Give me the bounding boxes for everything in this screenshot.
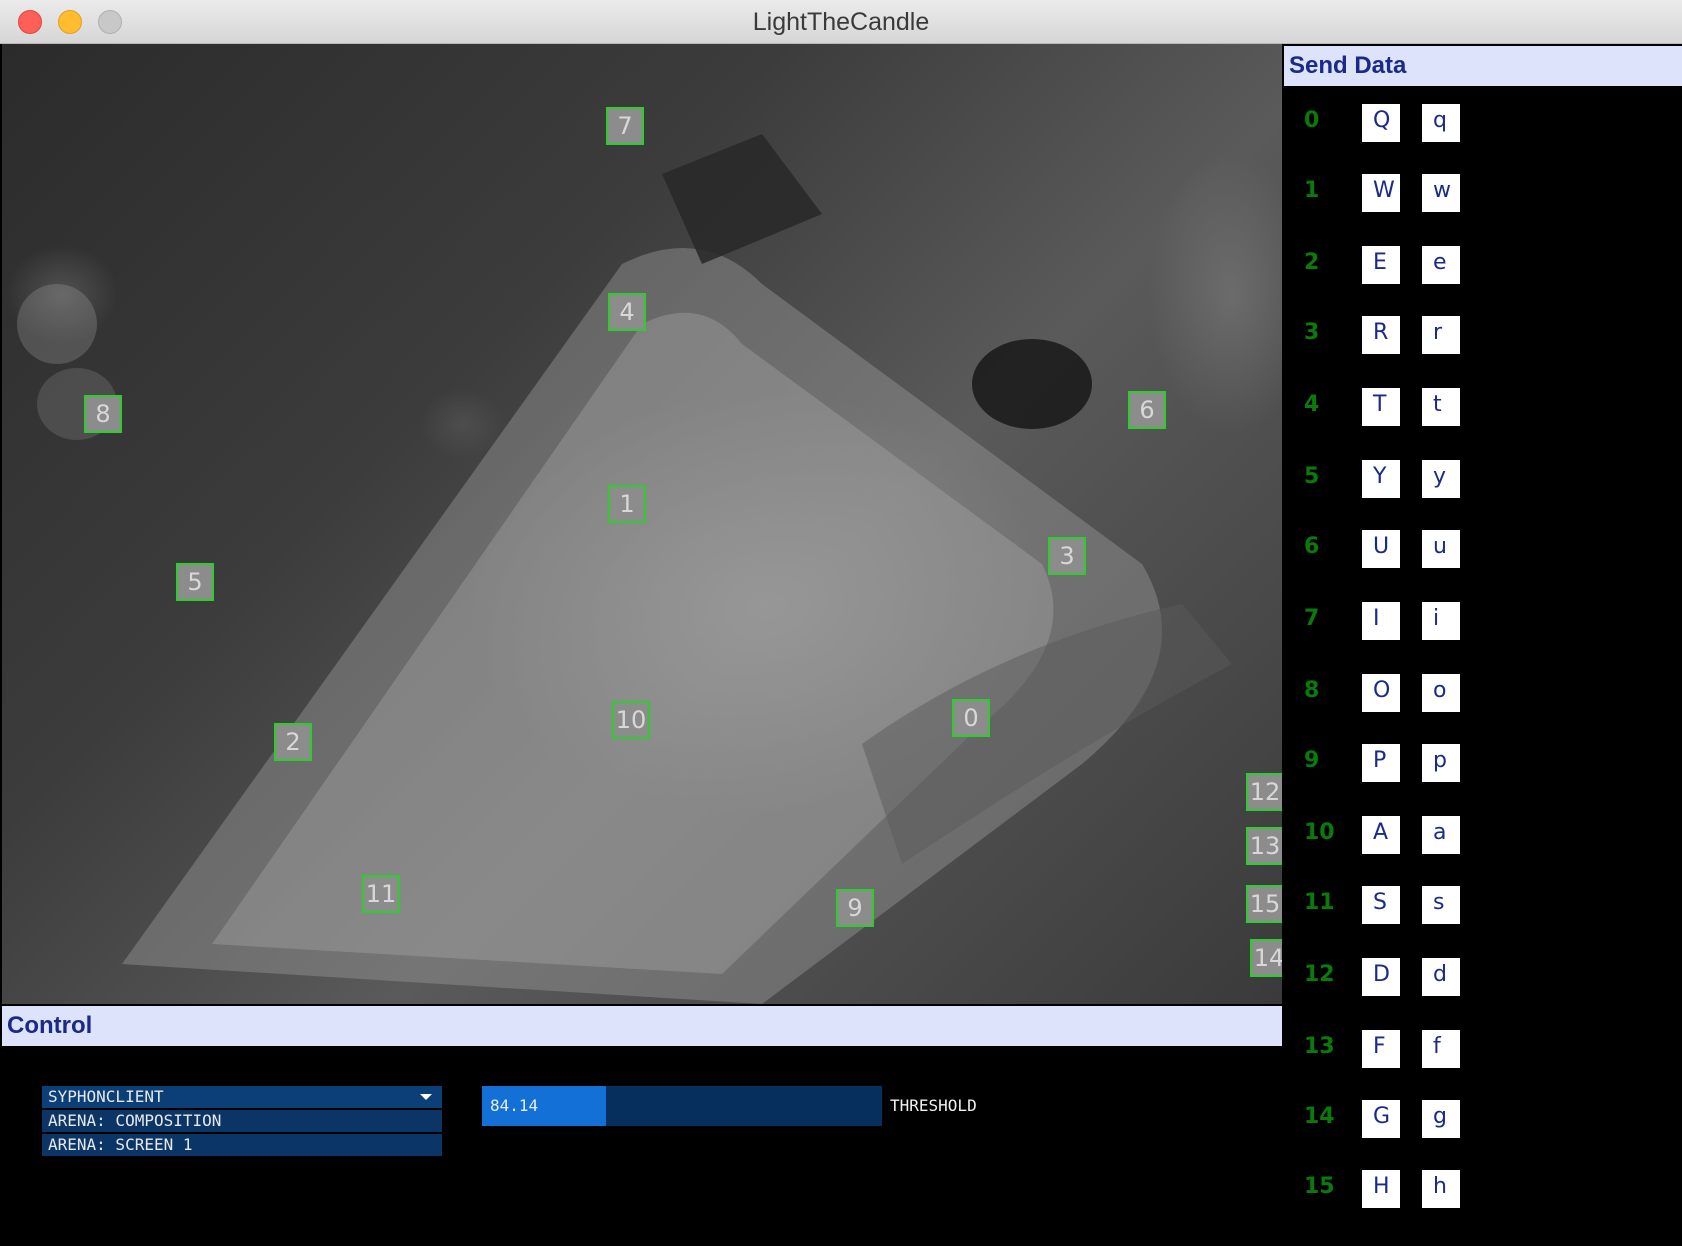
send-key-lower[interactable]: a	[1422, 816, 1460, 854]
send-data-header: Send Data	[1284, 46, 1682, 86]
video-preview: 7 4 8 6 1 3 5 10 0 2 12 13 11 9 15 14	[2, 44, 1282, 1004]
control-header: Control	[2, 1006, 1282, 1046]
send-row-index: 5	[1304, 464, 1320, 489]
app-content: 7 4 8 6 1 3 5 10 0 2 12 13 11 9 15 14 Se…	[0, 44, 1682, 1246]
send-row-index: 0	[1304, 108, 1320, 133]
send-row-index: 10	[1304, 820, 1335, 845]
send-key-lower[interactable]: i	[1422, 602, 1460, 640]
send-key-upper[interactable]: A	[1362, 816, 1400, 854]
send-row-index: 11	[1304, 890, 1335, 915]
threshold-slider[interactable]: 84.14	[482, 1086, 882, 1126]
marker-15[interactable]: 15	[1246, 885, 1282, 923]
send-row-index: 2	[1304, 250, 1320, 275]
source-dropdown-selected[interactable]: SYPHONCLIENT	[42, 1086, 442, 1108]
marker-4[interactable]: 4	[608, 293, 646, 331]
send-key-lower[interactable]: h	[1422, 1170, 1460, 1208]
send-key-upper[interactable]: G	[1362, 1100, 1400, 1138]
send-key-lower[interactable]: t	[1422, 388, 1460, 426]
app-window: LightTheCandle 7 4 8 6 1 3 5 10 0 2 12 1…	[0, 0, 1682, 1246]
send-row-index: 1	[1304, 178, 1320, 203]
marker-9[interactable]: 9	[836, 889, 874, 927]
marker-11[interactable]: 11	[362, 875, 400, 913]
send-data-panel: Send Data 0 Q q 1 W w 2 E e 3 R r 4 T t …	[1284, 44, 1682, 1246]
threshold-value: 84.14	[490, 1096, 539, 1115]
send-key-upper[interactable]: Q	[1362, 104, 1400, 142]
send-row-index: 6	[1304, 534, 1320, 559]
send-key-upper[interactable]: T	[1362, 388, 1400, 426]
send-key-lower[interactable]: p	[1422, 744, 1460, 782]
send-key-upper[interactable]: P	[1362, 744, 1400, 782]
marker-5[interactable]: 5	[176, 563, 214, 601]
send-key-lower[interactable]: e	[1422, 246, 1460, 284]
video-image	[17, 134, 1232, 1004]
marker-14[interactable]: 14	[1250, 939, 1282, 977]
send-row-index: 8	[1304, 678, 1320, 703]
send-key-lower[interactable]: r	[1422, 316, 1460, 354]
send-key-lower[interactable]: q	[1422, 104, 1460, 142]
title-bar[interactable]: LightTheCandle	[0, 0, 1682, 44]
source-selected-label: SYPHONCLIENT	[48, 1087, 164, 1106]
send-key-lower[interactable]: s	[1422, 886, 1460, 924]
send-key-lower[interactable]: w	[1422, 174, 1460, 212]
send-row-index: 9	[1304, 748, 1320, 773]
send-key-lower[interactable]: u	[1422, 530, 1460, 568]
control-panel: Control SYPHONCLIENT ARENA: COMPOSITION …	[2, 1006, 1282, 1246]
send-row-index: 3	[1304, 320, 1320, 345]
marker-1[interactable]: 1	[608, 485, 646, 523]
marker-7[interactable]: 7	[606, 107, 644, 145]
marker-6[interactable]: 6	[1128, 391, 1166, 429]
send-key-lower[interactable]: g	[1422, 1100, 1460, 1138]
send-row-index: 14	[1304, 1104, 1335, 1129]
send-row-index: 7	[1304, 606, 1320, 631]
send-row-index: 13	[1304, 1034, 1335, 1059]
send-key-upper[interactable]: Y	[1362, 460, 1400, 498]
send-key-lower[interactable]: y	[1422, 460, 1460, 498]
marker-2[interactable]: 2	[274, 723, 312, 761]
send-key-upper[interactable]: I	[1362, 602, 1400, 640]
send-key-upper[interactable]: H	[1362, 1170, 1400, 1208]
send-key-lower[interactable]: o	[1422, 674, 1460, 712]
send-row-index: 12	[1304, 962, 1335, 987]
window-title: LightTheCandle	[752, 8, 930, 36]
source-option[interactable]: ARENA: SCREEN 1	[42, 1134, 442, 1156]
send-key-upper[interactable]: W	[1362, 174, 1400, 212]
send-key-lower[interactable]: d	[1422, 958, 1460, 996]
send-row-index: 15	[1304, 1174, 1335, 1199]
marker-10[interactable]: 10	[612, 701, 650, 739]
marker-0[interactable]: 0	[952, 699, 990, 737]
source-option[interactable]: ARENA: COMPOSITION	[42, 1110, 442, 1132]
send-row-index: 4	[1304, 392, 1320, 417]
source-dropdown[interactable]: SYPHONCLIENT ARENA: COMPOSITION ARENA: S…	[42, 1086, 442, 1158]
send-key-upper[interactable]: O	[1362, 674, 1400, 712]
send-key-upper[interactable]: S	[1362, 886, 1400, 924]
send-key-upper[interactable]: E	[1362, 246, 1400, 284]
marker-12[interactable]: 12	[1246, 773, 1282, 811]
dropdown-arrow-icon[interactable]	[420, 1094, 432, 1100]
marker-8[interactable]: 8	[84, 395, 122, 433]
send-key-upper[interactable]: D	[1362, 958, 1400, 996]
marker-13[interactable]: 13	[1246, 827, 1282, 865]
send-key-upper[interactable]: F	[1362, 1030, 1400, 1068]
threshold-label: THRESHOLD	[890, 1096, 977, 1115]
send-key-upper[interactable]: U	[1362, 530, 1400, 568]
marker-3[interactable]: 3	[1048, 537, 1086, 575]
send-key-upper[interactable]: R	[1362, 316, 1400, 354]
send-key-lower[interactable]: f	[1422, 1030, 1460, 1068]
